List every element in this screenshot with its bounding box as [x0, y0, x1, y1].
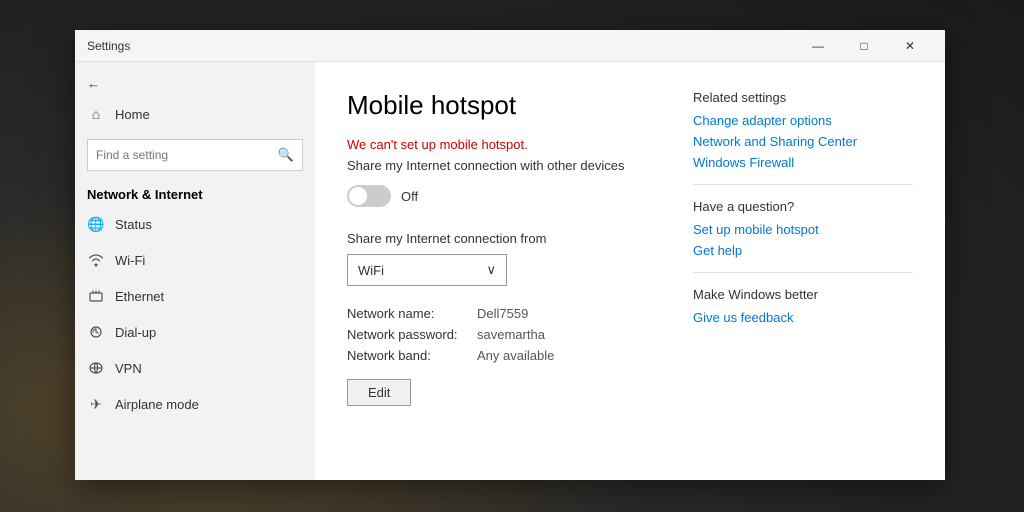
sidebar-item-ethernet[interactable]: Ethernet: [75, 278, 315, 314]
airplane-icon: ✈: [87, 395, 105, 413]
dropdown-value: WiFi: [358, 263, 384, 278]
sidebar-item-wifi[interactable]: Wi-Fi: [75, 242, 315, 278]
toggle-label: Off: [401, 189, 418, 204]
sidebar-item-ethernet-label: Ethernet: [115, 289, 164, 304]
network-sharing-center-link[interactable]: Network and Sharing Center: [693, 134, 913, 149]
window-controls: — □ ✕: [795, 30, 933, 62]
window-body: ← ⌂ Home 🔍 Network & Internet 🌐 Status: [75, 62, 945, 480]
maximize-button[interactable]: □: [841, 30, 887, 62]
home-label: Home: [115, 107, 150, 122]
get-help-link[interactable]: Get help: [693, 243, 913, 258]
divider-1: [693, 184, 913, 185]
sidebar-item-airplane-label: Airplane mode: [115, 397, 199, 412]
change-adapter-link[interactable]: Change adapter options: [693, 113, 913, 128]
minimize-button[interactable]: —: [795, 30, 841, 62]
network-password-label: Network password:: [347, 327, 477, 342]
setup-hotspot-link[interactable]: Set up mobile hotspot: [693, 222, 913, 237]
back-button[interactable]: ←: [75, 70, 315, 97]
back-icon: ←: [87, 76, 100, 91]
sidebar-item-airplane[interactable]: ✈ Airplane mode: [75, 386, 315, 422]
error-message: We can't set up mobile hotspot.: [347, 137, 653, 152]
close-button[interactable]: ✕: [887, 30, 933, 62]
make-better-title: Make Windows better: [693, 287, 913, 302]
settings-window: Settings — □ ✕ ← ⌂ Home 🔍 Network & Inte…: [75, 30, 945, 480]
sidebar-section-title: Network & Internet: [75, 179, 315, 206]
dropdown-chevron-icon: ∨: [486, 262, 496, 278]
network-password-value: savemartha: [477, 327, 653, 342]
sidebar-item-status-label: Status: [115, 217, 152, 232]
dialup-icon: [87, 323, 105, 341]
sidebar-item-vpn-label: VPN: [115, 361, 142, 376]
divider-2: [693, 272, 913, 273]
main-content: Mobile hotspot We can't set up mobile ho…: [315, 62, 945, 480]
sidebar-item-wifi-label: Wi-Fi: [115, 253, 145, 268]
window-title: Settings: [87, 39, 795, 53]
share-from-label: Share my Internet connection from: [347, 231, 653, 246]
vpn-icon: [87, 359, 105, 377]
toggle-row: Off: [347, 185, 653, 207]
share-description: Share my Internet connection with other …: [347, 158, 653, 173]
search-box[interactable]: 🔍: [87, 139, 303, 171]
network-info: Network name: Dell7559 Network password:…: [347, 306, 653, 363]
edit-button[interactable]: Edit: [347, 379, 411, 406]
give-feedback-link[interactable]: Give us feedback: [693, 310, 913, 325]
connection-dropdown[interactable]: WiFi ∨: [347, 254, 507, 286]
main-right: Related settings Change adapter options …: [693, 90, 913, 452]
home-icon: ⌂: [87, 105, 105, 123]
wifi-icon: [87, 251, 105, 269]
have-a-question-title: Have a question?: [693, 199, 913, 214]
sidebar-item-dialup[interactable]: Dial-up: [75, 314, 315, 350]
network-name-value: Dell7559: [477, 306, 653, 321]
network-band-value: Any available: [477, 348, 653, 363]
network-band-label: Network band:: [347, 348, 477, 363]
main-left: Mobile hotspot We can't set up mobile ho…: [347, 90, 653, 452]
status-icon: 🌐: [87, 215, 105, 233]
network-name-label: Network name:: [347, 306, 477, 321]
related-settings-title: Related settings: [693, 90, 913, 105]
home-nav-item[interactable]: ⌂ Home: [75, 97, 315, 131]
title-bar: Settings — □ ✕: [75, 30, 945, 62]
ethernet-icon: [87, 287, 105, 305]
search-icon: 🔍: [278, 147, 294, 163]
search-input[interactable]: [96, 148, 272, 162]
page-title: Mobile hotspot: [347, 90, 653, 121]
sidebar-item-dialup-label: Dial-up: [115, 325, 156, 340]
sidebar: ← ⌂ Home 🔍 Network & Internet 🌐 Status: [75, 62, 315, 480]
sidebar-item-vpn[interactable]: VPN: [75, 350, 315, 386]
sidebar-item-status[interactable]: 🌐 Status: [75, 206, 315, 242]
hotspot-toggle[interactable]: [347, 185, 391, 207]
windows-firewall-link[interactable]: Windows Firewall: [693, 155, 913, 170]
